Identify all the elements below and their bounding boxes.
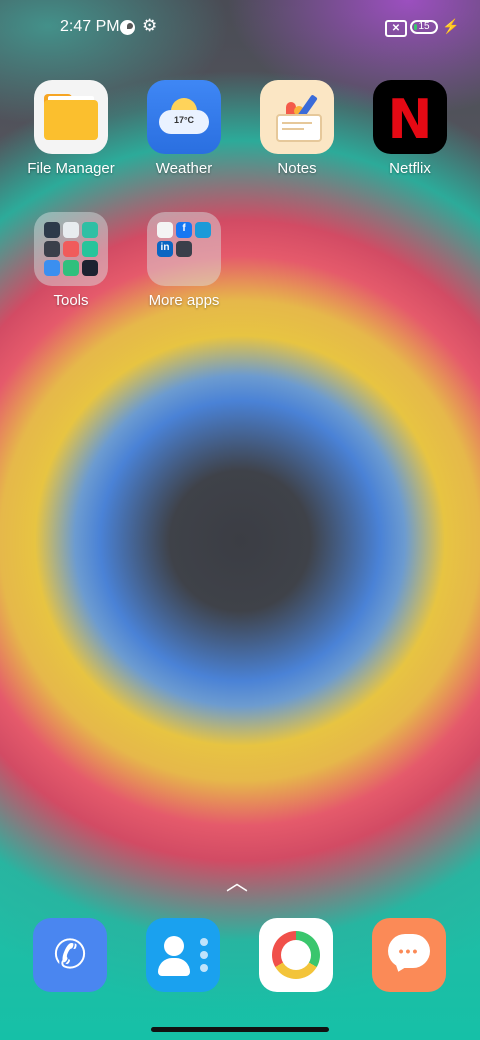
app-notes[interactable]: Notes (242, 80, 352, 177)
app-file-manager[interactable]: File Manager (16, 80, 126, 177)
netflix-n-icon: N (373, 80, 447, 154)
dock-messages[interactable]: ••• (372, 918, 446, 992)
sim-off-icon: ✕ (385, 20, 407, 37)
folder-more-apps-icon: f in (147, 212, 221, 286)
contacts-icon (164, 936, 184, 956)
data-saver-icon (120, 20, 135, 35)
weather-cloud-sun-icon: 17°C (147, 80, 221, 154)
battery-icon: 15 (410, 20, 438, 34)
folder-tools[interactable]: Tools (16, 212, 126, 309)
weather-temp: 17°C (173, 115, 195, 125)
app-weather[interactable]: 17°C Weather (129, 80, 239, 177)
folder-label-more-apps: More apps (148, 292, 220, 309)
app-label-weather: Weather (155, 160, 213, 177)
dock-phone[interactable]: ✆ (33, 918, 107, 992)
status-bar: 2:47 PM ⚙ ✕ 15 ⚡ (0, 0, 480, 56)
battery-level: 15 (418, 21, 430, 32)
folder-more-apps[interactable]: f in More apps (129, 212, 239, 309)
camera-ring-icon (272, 931, 320, 979)
app-label-netflix: Netflix (389, 160, 431, 177)
gesture-nav-handle[interactable] (151, 1027, 329, 1032)
dock-camera[interactable] (259, 918, 333, 992)
chevron-up-icon[interactable]: ︿ (226, 865, 248, 897)
dock-contacts[interactable] (146, 918, 220, 992)
settings-gear-icon: ⚙ (142, 16, 158, 35)
folder-label-tools: Tools (53, 292, 89, 309)
app-label-file-manager: File Manager (27, 160, 115, 177)
netflix-glyph: N (387, 88, 433, 151)
status-time: 2:47 PM (60, 18, 120, 35)
app-netflix[interactable]: N Netflix (355, 80, 465, 177)
phone-icon: ✆ (53, 933, 87, 977)
folder-icon (34, 80, 108, 154)
charging-bolt-icon: ⚡ (442, 18, 460, 34)
notes-pen-cup-icon (260, 80, 334, 154)
folder-tools-icon (34, 212, 108, 286)
app-label-notes: Notes (277, 160, 317, 177)
